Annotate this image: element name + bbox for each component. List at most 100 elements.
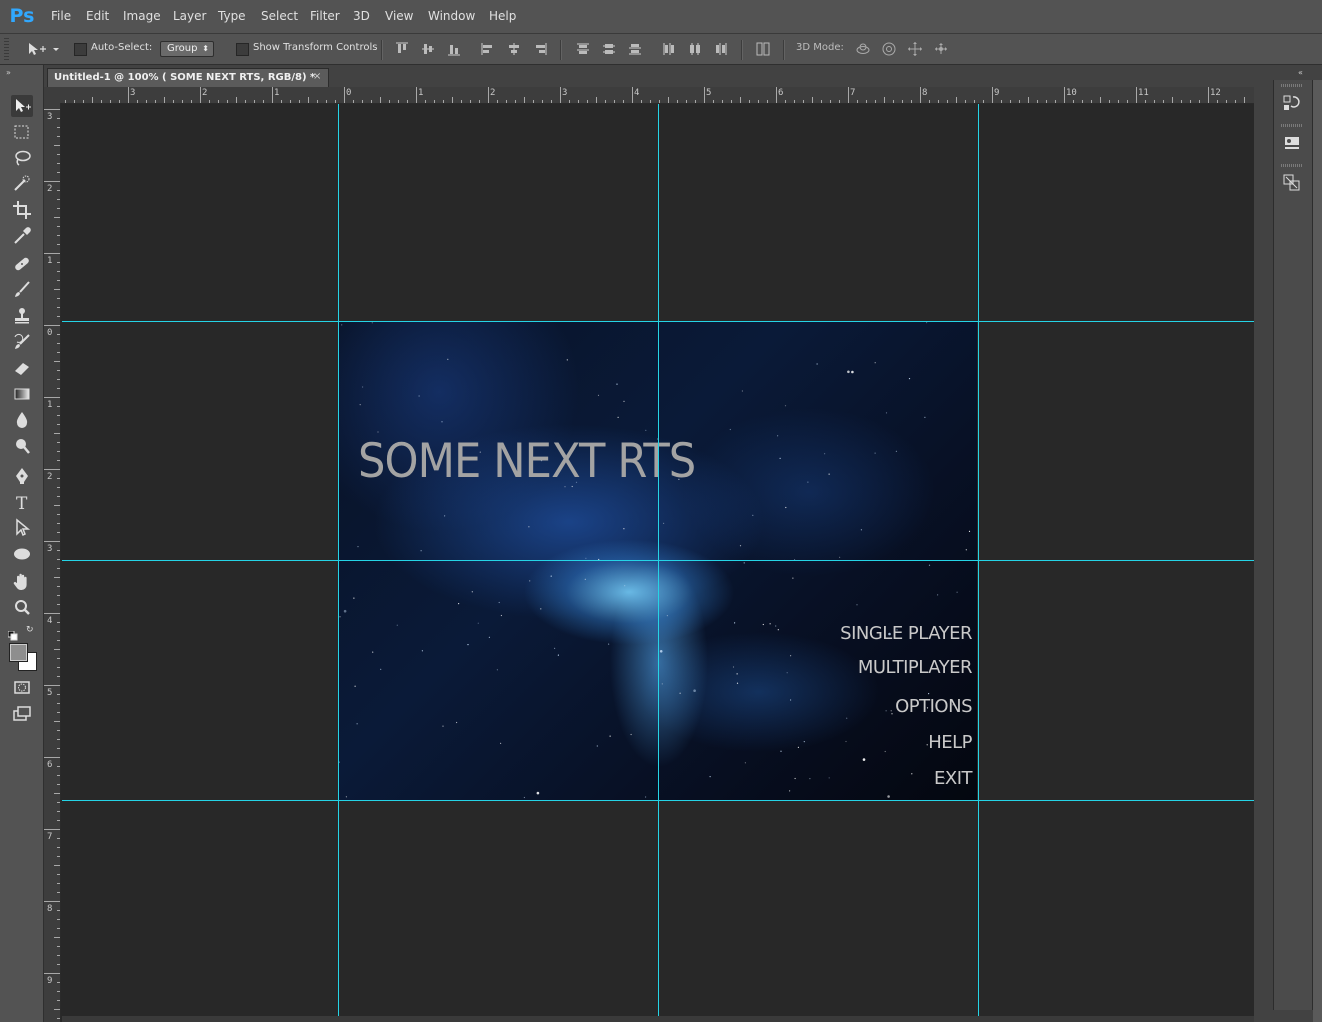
3d-roll-icon[interactable]	[881, 41, 897, 57]
align-right-icon[interactable]	[532, 41, 548, 57]
panel-grip[interactable]	[1281, 84, 1303, 87]
single-player-text: SINGLE PLAYER	[840, 623, 972, 644]
horizontal-guide[interactable]	[62, 560, 1254, 561]
dodge-tool-icon[interactable]	[11, 435, 33, 457]
menu-image[interactable]: Image	[123, 9, 161, 23]
type-tool-icon[interactable]: T	[11, 491, 33, 514]
star	[809, 778, 811, 780]
ruler-tick	[425, 100, 426, 103]
ruler-tick	[479, 100, 480, 103]
panel-grip[interactable]	[1281, 164, 1303, 167]
move-tool-preset-icon[interactable]	[26, 41, 60, 57]
ruler-origin[interactable]	[44, 87, 62, 103]
blur-tool-icon[interactable]	[11, 409, 33, 431]
expand-panels-icon[interactable]: «	[1298, 68, 1303, 77]
panel-grip[interactable]	[1281, 124, 1303, 127]
quick-selection-tool-icon[interactable]	[11, 173, 33, 195]
distribute-bottom-icon[interactable]	[627, 41, 643, 57]
star	[816, 363, 818, 365]
ellipse-tool-icon[interactable]	[11, 543, 33, 565]
vertical-guide[interactable]	[658, 104, 659, 1022]
ruler-tick	[902, 100, 903, 103]
ruler-tick	[884, 97, 885, 103]
menu-help[interactable]: Help	[489, 9, 516, 23]
star	[661, 683, 663, 685]
pen-tool-icon[interactable]	[11, 465, 33, 487]
path-selection-tool-icon[interactable]	[11, 517, 33, 539]
ruler-tick	[57, 739, 60, 740]
align-bottom-icon[interactable]	[446, 41, 462, 57]
star	[396, 624, 398, 626]
distribute-top-icon[interactable]	[575, 41, 591, 57]
ruler-tick	[57, 523, 60, 524]
menu-type[interactable]: Type	[218, 9, 246, 23]
menu-filter[interactable]: Filter	[310, 9, 340, 23]
auto-select-checkbox[interactable]	[74, 43, 87, 56]
brush-tool-icon[interactable]	[11, 279, 33, 301]
align-top-icon[interactable]	[394, 41, 410, 57]
lasso-tool-icon[interactable]	[11, 147, 33, 169]
align-left-icon[interactable]	[480, 41, 496, 57]
hand-tool-icon[interactable]	[11, 571, 33, 593]
zoom-tool-icon[interactable]	[11, 597, 33, 619]
horizontal-guide[interactable]	[62, 800, 1254, 801]
distribute-left-icon[interactable]	[661, 41, 677, 57]
menu-select[interactable]: Select	[261, 9, 298, 23]
options-bar-grip[interactable]	[4, 38, 9, 60]
horizontal-ruler[interactable]: 3 2 1 0 1 2 3 4 5 6 7 8 9 10 11 12	[62, 87, 1254, 104]
star	[847, 370, 850, 374]
auto-select-target-dropdown[interactable]: Group ⬍	[160, 41, 214, 57]
vertical-ruler[interactable]: 3 2 1 0 1 2 3 4 5 6 7 8 9	[44, 103, 61, 1022]
marquee-tool-icon[interactable]	[11, 121, 33, 143]
horizontal-scrollbar[interactable]	[62, 1016, 1254, 1022]
star	[693, 689, 696, 692]
3d-orbit-icon[interactable]	[855, 41, 871, 57]
foreground-color-swatch[interactable]	[9, 643, 28, 662]
star	[442, 725, 444, 727]
menu-edit[interactable]: Edit	[86, 9, 109, 23]
distribute-horizontal-center-icon[interactable]	[687, 41, 703, 57]
star	[550, 575, 552, 577]
properties-panel-icon[interactable]	[1281, 132, 1303, 154]
menu-file[interactable]: File	[51, 9, 71, 23]
gradient-tool-icon[interactable]	[11, 383, 33, 405]
history-panel-icon[interactable]	[1281, 92, 1303, 114]
ruler-tick	[794, 100, 795, 103]
auto-select-target-value: Group	[167, 43, 198, 54]
healing-brush-tool-icon[interactable]	[11, 253, 33, 275]
document-tab[interactable]: Untitled-1 @ 100% ( SOME NEXT RTS, RGB/8…	[47, 68, 329, 88]
default-colors-icon[interactable]	[7, 626, 18, 641]
align-horizontal-center-icon[interactable]	[506, 41, 522, 57]
3d-slide-icon[interactable]	[933, 41, 949, 57]
move-tool-icon[interactable]	[11, 95, 33, 117]
color-swatches[interactable]	[8, 642, 38, 672]
ruler-tick	[389, 100, 390, 103]
distribute-right-icon[interactable]	[713, 41, 729, 57]
3d-pan-icon[interactable]	[907, 41, 923, 57]
show-transform-checkbox[interactable]	[236, 43, 249, 56]
star	[965, 549, 967, 551]
quick-mask-icon[interactable]	[11, 677, 33, 699]
menu-layer[interactable]: Layer	[173, 9, 206, 23]
vertical-guide[interactable]	[978, 104, 979, 1022]
menu-view[interactable]: View	[385, 9, 413, 23]
horizontal-guide[interactable]	[62, 321, 1254, 322]
ruler-tick	[938, 100, 939, 103]
menu-window[interactable]: Window	[428, 9, 475, 23]
eyedropper-tool-icon[interactable]	[11, 225, 33, 247]
clone-stamp-tool-icon[interactable]	[11, 305, 33, 327]
collapse-panel-icon[interactable]: »	[6, 68, 11, 77]
menu-3d[interactable]: 3D	[353, 9, 370, 23]
close-tab-icon[interactable]: ×	[313, 71, 321, 82]
crop-tool-icon[interactable]	[11, 199, 33, 221]
layer-comps-panel-icon[interactable]	[1281, 172, 1303, 194]
ruler-tick	[44, 325, 60, 326]
eraser-tool-icon[interactable]	[11, 357, 33, 379]
auto-align-layers-icon[interactable]	[755, 41, 771, 57]
vertical-guide[interactable]	[338, 104, 339, 1022]
distribute-vertical-center-icon[interactable]	[601, 41, 617, 57]
screen-mode-icon[interactable]	[11, 703, 33, 725]
align-vertical-center-icon[interactable]	[420, 41, 436, 57]
swap-colors-icon[interactable]: ↻	[26, 625, 36, 635]
history-brush-tool-icon[interactable]	[11, 331, 33, 353]
